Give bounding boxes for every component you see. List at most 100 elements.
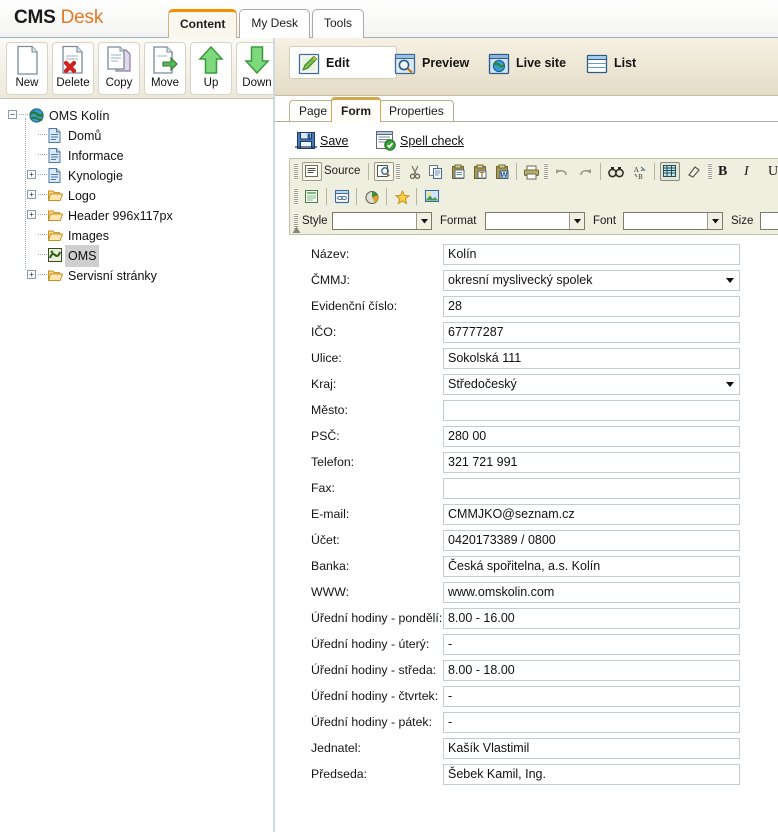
remove-format-icon[interactable] xyxy=(684,162,704,181)
size-select[interactable] xyxy=(760,212,778,230)
format-select[interactable] xyxy=(485,212,585,230)
content-tree: − OMS Kolín Domů Informace + Kynologie + Logo + H… xyxy=(0,100,274,832)
input-eviden-n-slo[interactable]: 28 xyxy=(443,296,740,317)
tree-node-images[interactable]: Images xyxy=(0,225,274,245)
cut-icon[interactable] xyxy=(404,162,424,181)
tree-node-kynologie[interactable]: + Kynologie xyxy=(0,165,274,185)
tree-node-label[interactable]: Domů xyxy=(65,125,104,147)
view-button-live-site[interactable]: Live site xyxy=(479,46,579,79)
select-kraj[interactable]: Středočeský xyxy=(443,374,740,395)
input-ulice[interactable]: Sokolská 111 xyxy=(443,348,740,369)
input-jednatel[interactable]: Kašík Vlastimil xyxy=(443,738,740,759)
star-icon[interactable] xyxy=(392,187,412,206)
toolbar-grip-icon[interactable] xyxy=(294,188,298,205)
toolbar-grip-icon[interactable] xyxy=(708,163,712,180)
view-button-preview[interactable]: Preview xyxy=(385,46,482,79)
image-icon[interactable] xyxy=(422,187,442,206)
tree-node-label[interactable]: Header 996x117px xyxy=(65,205,176,227)
toolbar-grip-icon[interactable] xyxy=(396,163,400,180)
tree-node-dom-[interactable]: Domů xyxy=(0,125,274,145)
sub-tab-properties[interactable]: Properties xyxy=(379,100,454,122)
paste-icon[interactable] xyxy=(448,162,468,181)
find-icon[interactable] xyxy=(606,162,626,181)
copy-button[interactable]: Copy xyxy=(98,42,140,95)
move-button[interactable]: Move xyxy=(144,42,186,95)
input-banka[interactable]: Česká spořitelna, a.s. Kolín xyxy=(443,556,740,577)
bold-icon[interactable]: B xyxy=(718,162,727,181)
view-button-list[interactable]: List xyxy=(577,46,649,79)
input-fax[interactable] xyxy=(443,478,740,499)
tree-node-label[interactable]: OMS xyxy=(65,245,100,267)
view-button-label: Edit xyxy=(326,56,350,71)
tree-node-label[interactable]: Logo xyxy=(65,185,99,207)
paste-word-icon[interactable]: W xyxy=(492,162,512,181)
input-et[interactable]: 0420173389 / 0800 xyxy=(443,530,740,551)
sub-tab-form[interactable]: Form xyxy=(331,97,381,122)
select-all-icon[interactable] xyxy=(660,162,680,181)
italic-icon[interactable]: I xyxy=(744,162,749,181)
undo-icon[interactable] xyxy=(552,162,572,181)
delete-button[interactable]: Delete xyxy=(52,42,94,95)
paste-text-icon[interactable]: T xyxy=(470,162,490,181)
input-m-sto[interactable] xyxy=(443,400,740,421)
source-icon[interactable] xyxy=(302,162,322,181)
toolbar-grip-icon[interactable] xyxy=(544,163,548,180)
chevron-down-icon xyxy=(707,213,722,229)
tree-node-label[interactable]: Informace xyxy=(65,145,127,167)
tree-node-logo[interactable]: + Logo xyxy=(0,185,274,205)
input-www[interactable]: www.omskolin.com xyxy=(443,582,740,603)
input-n-zev[interactable]: Kolín xyxy=(443,244,740,265)
tree-node-label[interactable]: Servisní stránky xyxy=(65,265,160,287)
spell-check-action[interactable]: Spell check xyxy=(375,128,464,152)
underline-icon[interactable]: U xyxy=(768,162,778,181)
collapse-node-icon[interactable]: − xyxy=(8,110,17,119)
tree-node-label[interactable]: OMS Kolín xyxy=(46,105,112,127)
toolbar-grip-icon[interactable] xyxy=(294,163,298,180)
field-label: Kraj: xyxy=(311,377,337,391)
font-select[interactable] xyxy=(623,212,723,230)
flash-icon[interactable] xyxy=(332,187,352,206)
tree-node-oms-kol-n[interactable]: − OMS Kolín xyxy=(0,105,274,125)
main-tab-tools[interactable]: Tools xyxy=(312,9,365,38)
input-edn-hodiny-pond-l[interactable]: 8.00 - 16.00 xyxy=(443,608,740,629)
input-p-edseda[interactable]: Šebek Kamil, Ing. xyxy=(443,764,740,785)
tree-node-header-996x117px[interactable]: + Header 996x117px xyxy=(0,205,274,225)
field-value: okresní myslivecký spolek xyxy=(448,273,593,287)
templates-icon[interactable] xyxy=(302,187,322,206)
preview-doc-icon[interactable] xyxy=(374,162,394,181)
input-edn-hodiny-p-tek[interactable]: - xyxy=(443,712,740,733)
expand-node-icon[interactable]: + xyxy=(27,170,36,179)
input-ps[interactable]: 280 00 xyxy=(443,426,740,447)
print-icon[interactable] xyxy=(522,162,542,181)
input-e-mail[interactable]: CMMJKO@seznam.cz xyxy=(443,504,740,525)
redo-icon[interactable] xyxy=(576,162,596,181)
copy-icon[interactable] xyxy=(426,162,446,181)
down-button[interactable]: Down xyxy=(236,42,278,95)
input-edn-hodiny-ter[interactable]: - xyxy=(443,634,740,655)
view-button-edit[interactable]: Edit xyxy=(289,46,397,79)
tree-node-servisn-str-nky[interactable]: + Servisní stránky xyxy=(0,265,274,285)
style-select[interactable] xyxy=(332,212,432,230)
new-button[interactable]: New xyxy=(6,42,48,95)
tree-node-oms[interactable]: OMS xyxy=(0,245,274,267)
expand-node-icon[interactable]: + xyxy=(27,270,36,279)
up-button[interactable]: Up xyxy=(190,42,232,95)
main-tab-my-desk[interactable]: My Desk xyxy=(239,9,310,38)
input-telefon[interactable]: 321 721 991 xyxy=(443,452,740,473)
tree-node-label[interactable]: Kynologie xyxy=(65,165,126,187)
input-edn-hodiny-tvrtek[interactable]: - xyxy=(443,686,740,707)
select-mmj[interactable]: okresní myslivecký spolek xyxy=(443,270,740,291)
tree-node-informace[interactable]: Informace xyxy=(0,145,274,165)
source-label[interactable]: Source xyxy=(324,162,360,181)
input-edn-hodiny-st-eda[interactable]: 8.00 - 18.00 xyxy=(443,660,740,681)
save-action[interactable]: Save xyxy=(295,128,349,152)
input-i-o[interactable]: 67777287 xyxy=(443,322,740,343)
expand-node-icon[interactable]: + xyxy=(27,210,36,219)
chart-icon[interactable] xyxy=(362,187,382,206)
tree-node-label[interactable]: Images xyxy=(65,225,112,247)
sub-tab-page[interactable]: Page xyxy=(289,100,338,122)
expand-node-icon[interactable]: + xyxy=(27,190,36,199)
replace-icon[interactable]: AB xyxy=(630,162,650,181)
toolbar-collapse-arrow-icon[interactable] xyxy=(292,223,301,233)
main-tab-content[interactable]: Content xyxy=(168,9,238,38)
